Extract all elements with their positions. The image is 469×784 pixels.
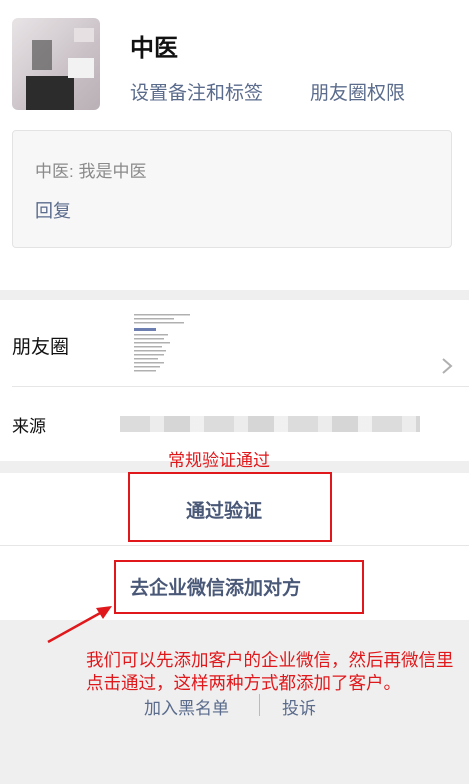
annotation-arrow-icon <box>47 606 112 644</box>
set-remark-tags-link[interactable]: 设置备注和标签 <box>130 78 263 105</box>
source-value-blurred <box>120 416 420 432</box>
chevron-right-icon <box>440 356 454 382</box>
annotation-normal-verify: 常规验证通过 <box>168 451 270 470</box>
reply-link[interactable]: 回复 <box>35 197 71 223</box>
row-divider <box>12 386 469 387</box>
avatar[interactable] <box>12 18 100 110</box>
annotation-note: 我们可以先添加客户的企业微信，然后再微信里点击通过，这样两种方式都添加了客户。 <box>86 650 454 693</box>
add-to-blacklist-link[interactable]: 加入黑名单 <box>144 694 229 719</box>
report-link[interactable]: 投诉 <box>282 694 316 719</box>
moments-label: 朋友圈 <box>12 337 70 358</box>
verify-button[interactable]: 通过验证 <box>186 496 262 523</box>
verification-message-card: 中医: 我是中医 回复 <box>12 130 452 248</box>
verification-message: 中医: 我是中医 <box>35 162 147 181</box>
moments-thumbnail <box>130 310 202 382</box>
enterprise-wechat-button[interactable]: 去企业微信添加对方 <box>130 573 301 600</box>
moments-permission-link[interactable]: 朋友圈权限 <box>310 78 405 105</box>
source-label: 来源 <box>12 417 46 436</box>
section-divider <box>0 290 469 300</box>
link-separator <box>259 694 260 716</box>
contact-name: 中医 <box>130 35 178 62</box>
moments-row[interactable]: 朋友圈 <box>0 300 469 386</box>
